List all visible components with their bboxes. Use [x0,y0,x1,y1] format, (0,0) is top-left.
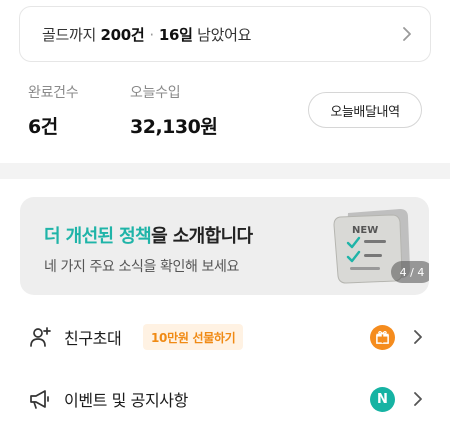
megaphone-icon [30,390,49,409]
section-divider [0,163,450,179]
banner-subtitle: 네 가지 주요 소식을 확인해 보세요 [44,259,239,275]
completed-stat: 완료건수 6건 [28,82,79,139]
completed-label: 완료건수 [28,85,79,101]
income-value: 32,130원 [130,116,218,138]
chevron-right-icon [403,27,411,41]
gold-remaining-count: 200건 [100,25,145,44]
separator-dot: · [149,25,154,44]
income-label: 오늘수입 [130,85,181,101]
invite-label: 친구초대 [64,329,122,348]
banner-page-indicator: 4 / 4 [391,261,429,283]
chevron-right-icon [414,330,422,344]
gold-progress-text: 골드까지 200건 · 16일 남았어요 [42,24,251,45]
banner-title: 더 개선된 정책을 소개합니다 [44,222,253,248]
invite-reward-badge: 10만원 선물하기 [143,324,244,350]
menu-item-invite-friends[interactable]: 친구초대 10만원 선물하기 [0,309,450,365]
illustration-new-tag: NEW [352,225,378,236]
gift-icon [370,324,395,350]
banner-title-rest: 을 소개합니다 [151,226,253,247]
policy-promo-banner[interactable]: 더 개선된 정책을 소개합니다 네 가지 주요 소식을 확인해 보세요 NEW … [20,197,429,295]
gold-progress-card[interactable]: 골드까지 200건 · 16일 남았어요 [19,6,431,62]
gold-progress-suffix: 남았어요 [197,25,252,44]
new-badge: N [370,386,395,412]
menu-item-events-notices[interactable]: 이벤트 및 공지사항 N [0,371,450,427]
events-label: 이벤트 및 공지사항 [64,391,188,410]
chevron-right-icon [414,392,422,406]
gold-remaining-days: 16일 [158,25,193,44]
completed-value: 6건 [28,116,58,138]
gold-progress-prefix: 골드까지 [42,25,97,44]
today-delivery-history-button[interactable]: 오늘배달내역 [308,92,422,128]
banner-title-highlight: 더 개선된 정책 [44,226,152,247]
add-person-icon [30,327,51,347]
income-stat: 오늘수입 32,130원 [130,82,218,139]
today-stats: 완료건수 6건 오늘수입 32,130원 오늘배달내역 [28,82,428,144]
